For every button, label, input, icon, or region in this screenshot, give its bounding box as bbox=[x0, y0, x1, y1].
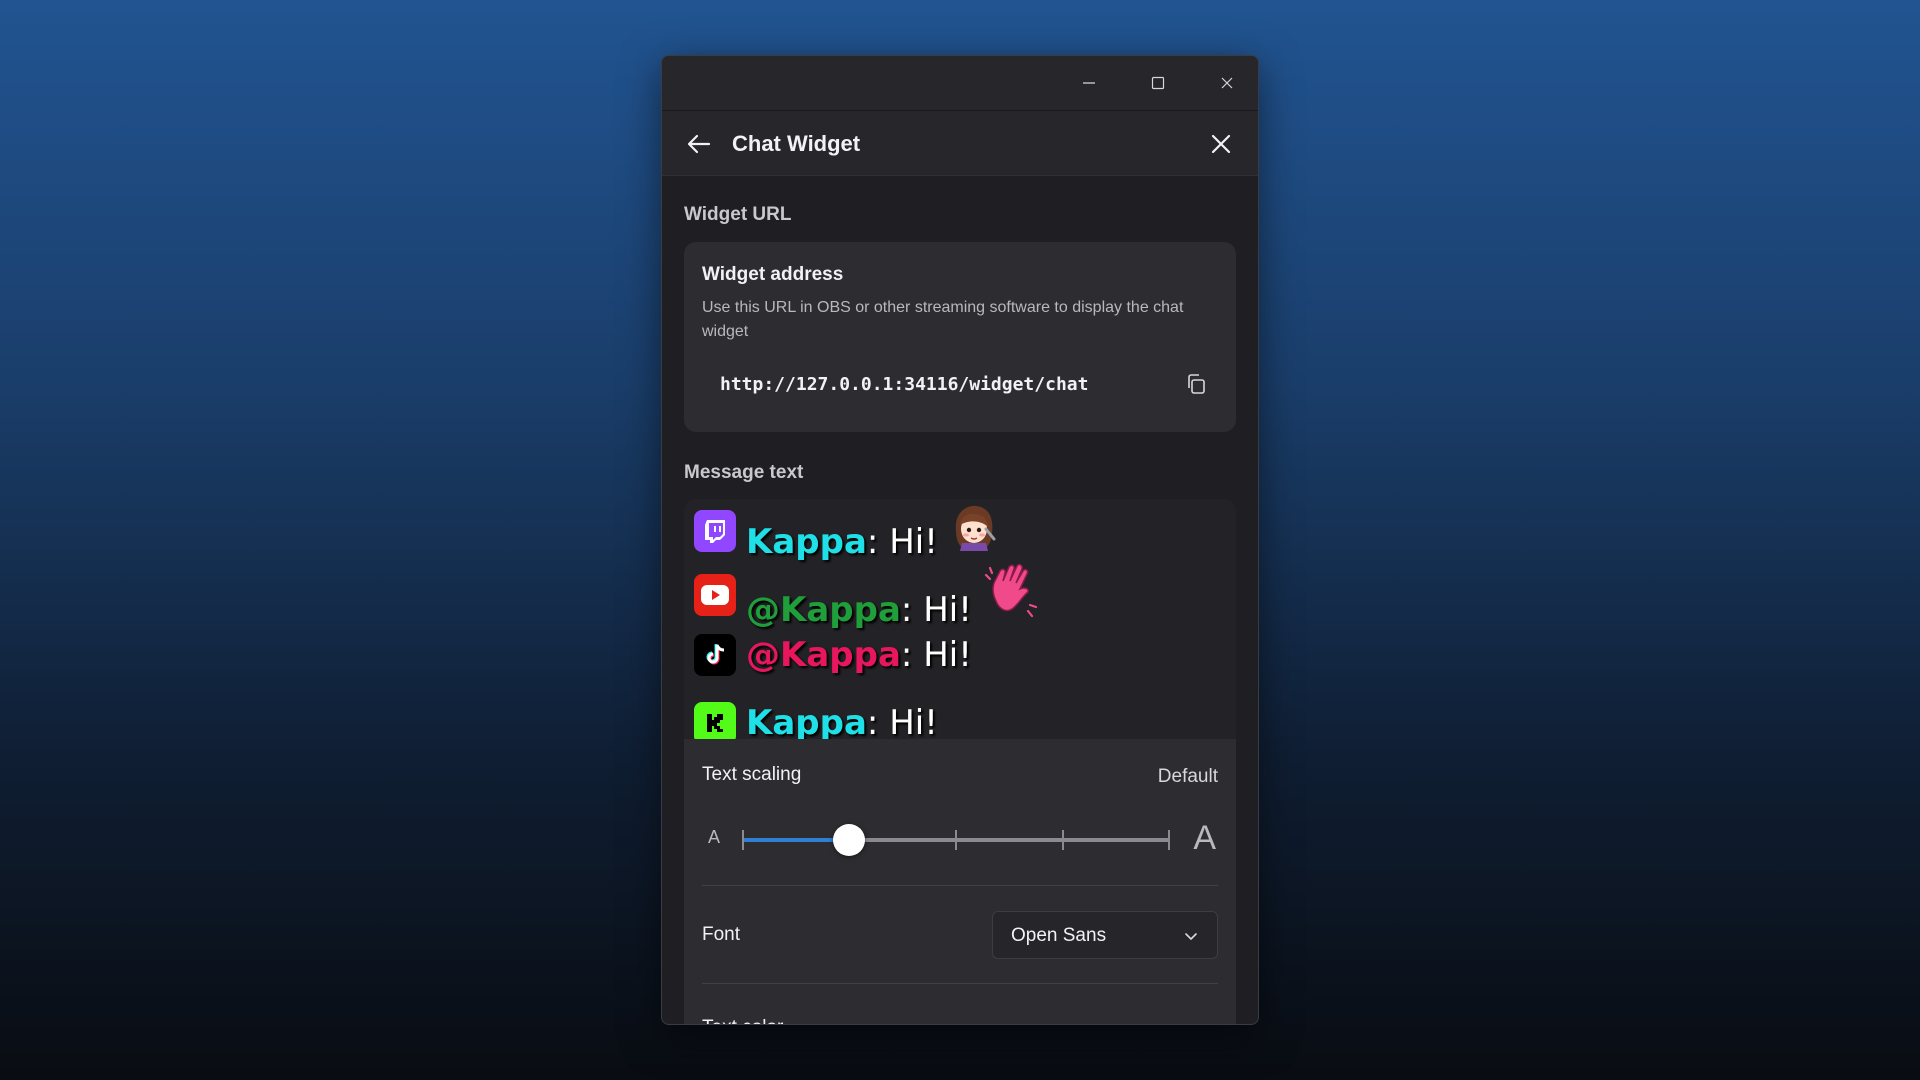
font-select[interactable]: Open Sans bbox=[992, 911, 1218, 959]
chat-text: Hi! bbox=[878, 521, 938, 562]
text-settings-panel: Text scaling Default A A Font Open Sans … bbox=[684, 739, 1236, 1024]
chat-separator: : bbox=[900, 589, 913, 630]
text-color-label: Text color bbox=[702, 1017, 783, 1024]
text-scaling-label: Text scaling bbox=[702, 764, 802, 785]
widget-address-description: Use this URL in OBS or other streaming s… bbox=[702, 299, 1184, 340]
chat-text: Hi! bbox=[878, 703, 938, 739]
slider-tick bbox=[1062, 830, 1064, 850]
waving-hand-emote-icon bbox=[982, 561, 1042, 621]
window-close-button[interactable] bbox=[1197, 56, 1257, 110]
chat-message-youtube: @Kappa: Hi! bbox=[694, 563, 1042, 630]
chat-separator: : bbox=[866, 521, 879, 562]
chat-message-kick: Kappa: Hi! bbox=[694, 699, 938, 739]
copy-url-button[interactable] bbox=[1180, 368, 1212, 400]
chat-line-twitch: Kappa: Hi! bbox=[746, 501, 1000, 562]
divider bbox=[702, 885, 1218, 886]
girl-emote-icon bbox=[948, 501, 1000, 553]
chat-separator: : bbox=[866, 703, 879, 739]
chat-preview: Kappa: Hi! @Kappa: Hi! @Kappa: Hi! Kappa… bbox=[684, 499, 1236, 739]
back-button[interactable] bbox=[684, 129, 714, 159]
copy-icon bbox=[1188, 374, 1205, 394]
slider-small-label: A bbox=[708, 827, 721, 847]
slider-tick bbox=[742, 830, 744, 850]
close-icon bbox=[1221, 77, 1233, 89]
chat-line-kick: Kappa: Hi! bbox=[746, 703, 938, 739]
chat-line-tiktok: @Kappa: Hi! bbox=[746, 635, 972, 675]
tiktok-icon bbox=[694, 634, 736, 676]
slider-tick bbox=[955, 830, 957, 850]
slider-thumb[interactable] bbox=[833, 824, 865, 856]
chat-username: Kappa bbox=[746, 521, 867, 562]
minimize-button[interactable] bbox=[1059, 56, 1119, 110]
widget-address-card: Widget address Use this URL in OBS or ot… bbox=[684, 242, 1236, 432]
maximize-button[interactable] bbox=[1128, 56, 1188, 110]
minimize-icon bbox=[1083, 82, 1095, 84]
section-label-message-text: Message text bbox=[684, 462, 804, 483]
chat-username: Kappa bbox=[746, 703, 867, 739]
slider-large-label: A bbox=[1193, 819, 1216, 857]
close-icon bbox=[1211, 134, 1231, 154]
twitch-icon bbox=[694, 510, 736, 552]
title-bar bbox=[662, 56, 1258, 110]
arrow-left-icon bbox=[687, 134, 711, 154]
chat-line-youtube: @Kappa: Hi! bbox=[746, 561, 1042, 630]
widget-address-title: Widget address bbox=[702, 264, 844, 285]
chat-text: Hi! bbox=[912, 635, 972, 675]
panel-close-button[interactable] bbox=[1206, 129, 1236, 159]
widget-url-text[interactable]: http://127.0.0.1:34116/widget/chat bbox=[720, 374, 1088, 395]
slider-tick bbox=[1168, 830, 1170, 850]
maximize-icon bbox=[1151, 76, 1165, 90]
chat-separator: : bbox=[900, 635, 913, 675]
chat-message-tiktok: @Kappa: Hi! bbox=[694, 631, 972, 679]
text-scaling-slider[interactable]: A A bbox=[702, 819, 1218, 859]
slider-track[interactable] bbox=[742, 824, 1170, 856]
chevron-down-icon bbox=[1185, 933, 1197, 940]
divider bbox=[702, 983, 1218, 984]
chat-username: @Kappa bbox=[746, 635, 901, 675]
text-scaling-value: Default bbox=[1157, 766, 1218, 787]
youtube-icon bbox=[694, 574, 736, 616]
kick-icon bbox=[694, 702, 736, 739]
section-label-widget-url: Widget URL bbox=[684, 204, 792, 225]
chat-text: Hi! bbox=[912, 589, 972, 630]
panel-header: Chat Widget bbox=[662, 110, 1258, 176]
font-label: Font bbox=[702, 924, 741, 945]
page-title: Chat Widget bbox=[732, 131, 861, 156]
chat-message-twitch: Kappa: Hi! bbox=[694, 505, 1000, 562]
chat-username: @Kappa bbox=[746, 589, 901, 630]
app-window: Chat Widget Widget URL Widget address Us… bbox=[661, 55, 1259, 1025]
font-select-value: Open Sans bbox=[1011, 925, 1107, 946]
